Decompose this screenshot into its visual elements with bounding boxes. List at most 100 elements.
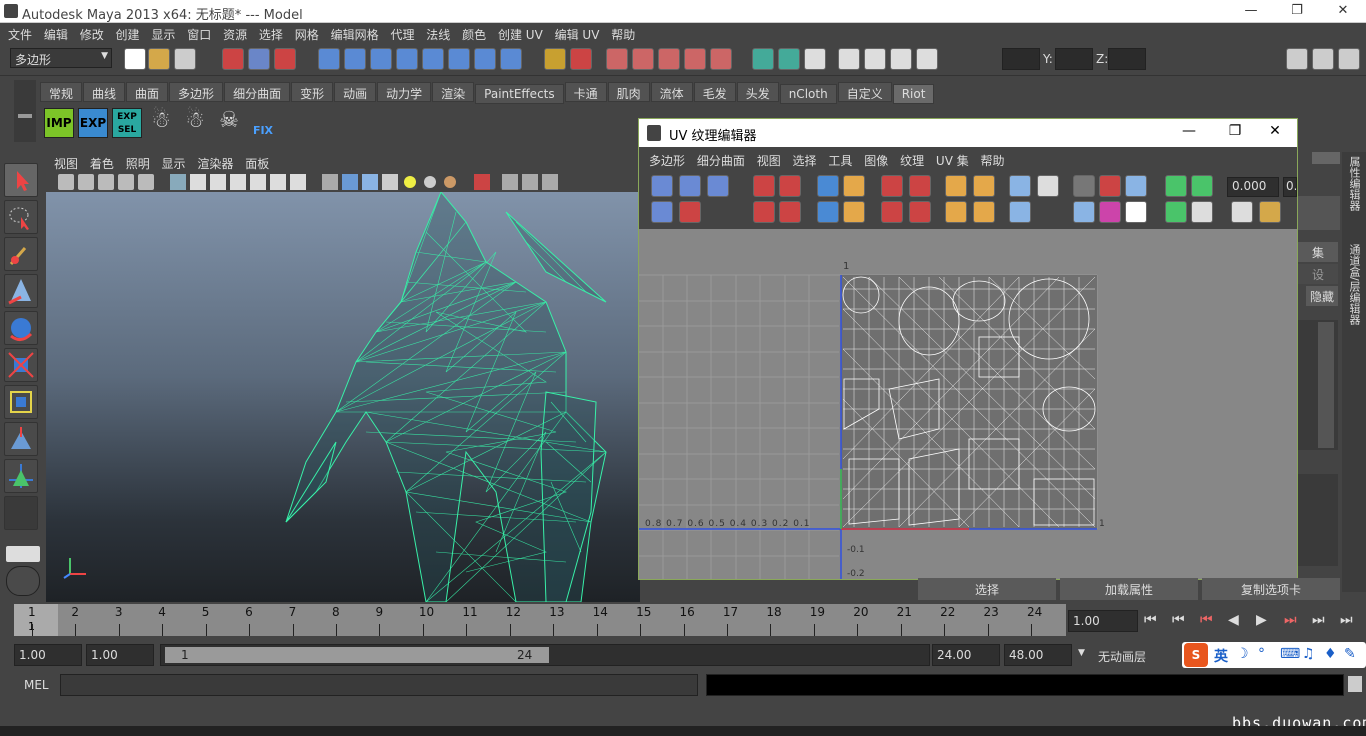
layout-icon[interactable] [1286, 48, 1308, 70]
uv-alpha-icon[interactable] [1125, 201, 1147, 223]
select-hierarchy-icon[interactable] [222, 48, 244, 70]
help-icon[interactable] [500, 48, 522, 70]
tool-settings-icon[interactable] [778, 48, 800, 70]
menu-display[interactable]: 显示 [147, 23, 179, 43]
attribute-editor-icon[interactable] [752, 48, 774, 70]
uv-paste-value-icon[interactable] [1259, 201, 1281, 223]
time-slider[interactable]: 1 12345678910111213141516171819202122232… [14, 604, 1066, 636]
image-plane-icon[interactable] [118, 174, 134, 190]
uv-menu-tools[interactable]: 工具 [824, 147, 856, 169]
uv-shell-select-icon[interactable] [973, 175, 995, 197]
save-scene-icon[interactable] [174, 48, 196, 70]
ime-punct-icon[interactable]: ° [1258, 646, 1265, 662]
uv-menu-image[interactable]: 图像 [860, 147, 892, 169]
uv-copy-value-icon[interactable] [1231, 201, 1253, 223]
lasso-tool-icon[interactable] [4, 200, 38, 234]
shelf-tab-deformation[interactable]: 变形 [291, 82, 334, 102]
menu-proxy[interactable]: 代理 [386, 23, 418, 43]
skull-tool-icon[interactable]: ☠ [214, 108, 244, 138]
3d-viewport[interactable] [46, 191, 640, 603]
menu-modify[interactable]: 修改 [76, 23, 108, 43]
uv-value-field-2[interactable]: 0. [1283, 177, 1297, 197]
vp-menu-panels[interactable]: 面板 [241, 152, 273, 172]
menu-create[interactable]: 创建 [112, 23, 144, 43]
open-scene-icon[interactable] [148, 48, 170, 70]
shelf-tab-custom[interactable]: 自定义 [837, 82, 892, 102]
export-button[interactable]: EXP [78, 108, 108, 138]
uv-menu-textures[interactable]: 纹理 [896, 147, 928, 169]
shelf-tab-polygons[interactable]: 多边形 [169, 82, 224, 102]
render-frame-icon[interactable] [632, 48, 654, 70]
lock-icon[interactable] [544, 48, 566, 70]
shelf-tab-riot[interactable]: Riot [892, 84, 935, 104]
field-chart-icon[interactable] [250, 174, 266, 190]
input-ops-icon[interactable] [570, 48, 592, 70]
gate-mask-icon[interactable] [230, 174, 246, 190]
uv-checker2-icon[interactable] [1191, 201, 1213, 223]
shelf-tab-subdivs[interactable]: 细分曲面 [224, 82, 291, 102]
uv-psd-icon[interactable] [1191, 175, 1213, 197]
ipr-render-icon[interactable] [658, 48, 680, 70]
new-scene-icon[interactable] [124, 48, 146, 70]
uv-sew-icon[interactable] [779, 175, 801, 197]
wireframe-icon[interactable] [322, 174, 338, 190]
uv-minimize-button[interactable]: — [1169, 123, 1209, 139]
side-tab-attribute-editor[interactable]: 属性编辑器 [1346, 156, 1362, 236]
uv-snapshot-icon[interactable] [651, 201, 673, 223]
shelf-tab-curves[interactable]: 曲线 [83, 82, 126, 102]
menu-edit[interactable]: 编辑 [40, 23, 72, 43]
shelf-tab-animation[interactable]: 动画 [334, 82, 377, 102]
uv-align-right-icon[interactable] [909, 175, 931, 197]
snowman-tool-1-icon[interactable]: ☃ [146, 108, 176, 138]
hypershade-icon[interactable] [710, 48, 732, 70]
uv-shell-border-icon[interactable] [945, 175, 967, 197]
uv-layout-icon[interactable] [817, 175, 839, 197]
select-tool-icon[interactable] [4, 163, 38, 197]
step-back-icon[interactable]: ⏮ [1172, 612, 1185, 628]
shelf-tab-hair[interactable]: 头发 [736, 82, 779, 102]
snap-point-icon[interactable] [370, 48, 392, 70]
ae-scrollbar[interactable] [1318, 322, 1334, 448]
script-editor-icon[interactable] [1348, 676, 1362, 692]
uv-close-button[interactable]: ✕ [1255, 123, 1295, 139]
shelf-tab-painteffects[interactable]: PaintEffects [475, 84, 564, 104]
node-editor-icon[interactable] [890, 48, 912, 70]
last-tool-slot[interactable] [4, 496, 38, 530]
vp-menu-shading[interactable]: 着色 [86, 152, 118, 172]
uv-menu-uvsets[interactable]: UV 集 [932, 147, 973, 169]
uv-copy-icon[interactable] [1125, 175, 1147, 197]
mode-select[interactable]: 多边形 ▼ [10, 48, 112, 68]
shelf-tab-rendering[interactable]: 渲染 [432, 82, 475, 102]
y-field[interactable] [1055, 48, 1093, 70]
xray-icon[interactable] [474, 174, 490, 190]
menu-file[interactable]: 文件 [4, 23, 36, 43]
snap-extra-icon[interactable] [474, 48, 496, 70]
shelf-tab-muscle[interactable]: 肌肉 [607, 82, 650, 102]
shelf-tab-fluids[interactable]: 流体 [650, 82, 693, 102]
ae-copy-tab-button[interactable]: 复制选项卡 [1202, 578, 1340, 600]
select-object-icon[interactable] [248, 48, 270, 70]
ime-keyboard-icon[interactable]: ⌨ [1280, 646, 1300, 662]
z-field[interactable] [1108, 48, 1146, 70]
grid-icon[interactable] [170, 174, 186, 190]
camera-attr-icon[interactable] [78, 174, 94, 190]
smooth-shade-icon[interactable] [342, 174, 358, 190]
transform-field-icon[interactable] [916, 48, 938, 70]
shelf-tab-toon[interactable]: 卡通 [564, 82, 607, 102]
ae-select-button[interactable]: 选择 [918, 578, 1056, 600]
shelf-tab-dynamics[interactable]: 动力学 [377, 82, 432, 102]
uv-menu-help[interactable]: 帮助 [977, 147, 1009, 169]
select-component-icon[interactable] [274, 48, 296, 70]
uv-unfold-icon[interactable] [817, 201, 839, 223]
uv-menu-subdivs[interactable]: 细分曲面 [693, 147, 749, 169]
uv-menu-view[interactable]: 视图 [753, 147, 785, 169]
vp-menu-renderer[interactable]: 渲染器 [193, 152, 237, 172]
current-time-field[interactable]: 1.00 [1068, 610, 1138, 632]
play-backward-icon[interactable]: ◀ [1228, 612, 1239, 628]
ae-preset-button[interactable]: 设 [1298, 264, 1338, 284]
go-to-end-icon[interactable]: ⏭ [1340, 612, 1353, 628]
start-time-field[interactable]: 1.00 [14, 644, 82, 666]
menu-create-uv[interactable]: 创建 UV [494, 23, 547, 43]
step-back-key-icon[interactable]: ⏮ [1200, 612, 1213, 628]
export-selected-button[interactable]: EXP SEL [112, 108, 142, 138]
